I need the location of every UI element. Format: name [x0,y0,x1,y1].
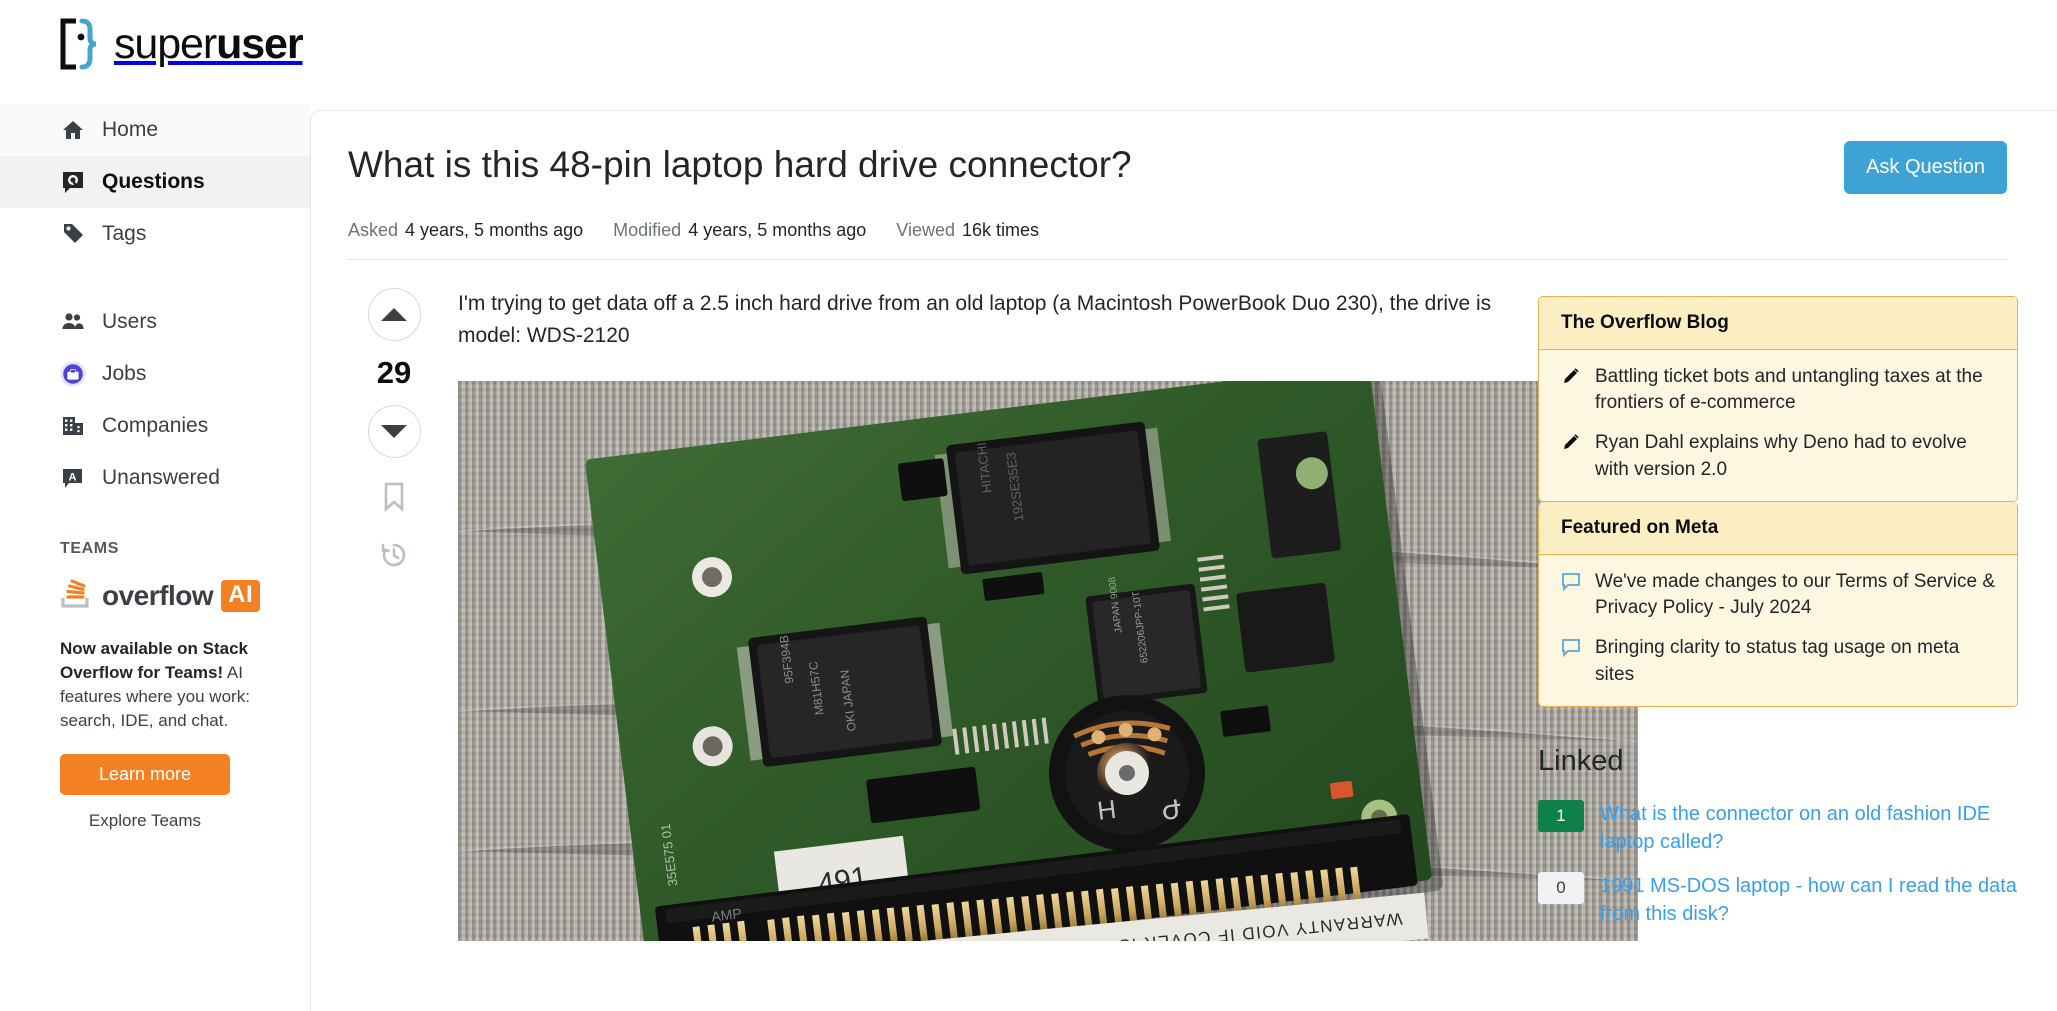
overflow-blog-card: The Overflow Blog Battling ticket bots a… [1538,296,2018,502]
svg-text:A: A [69,472,77,484]
bookmark-icon [384,482,404,512]
speech-bubble-icon [1561,572,1583,621]
stat-value: 4 years, 5 months ago [688,220,867,240]
featured-on-meta-heading: Featured on Meta [1539,501,2017,555]
right-sidebar: The Overflow Blog Battling ticket bots a… [1538,296,2018,944]
list-item-text: We've made changes to our Terms of Servi… [1595,570,1996,619]
featured-on-meta-list: We've made changes to our Terms of Servi… [1539,554,2017,706]
ai-badge: AI [221,579,261,612]
sidebar-item-unanswered[interactable]: A Unanswered [0,452,310,504]
status-badge: 0 [1538,871,1584,904]
stat-value: 16k times [962,220,1040,240]
site-header: superuser [0,0,2057,104]
stat-label: Modified [613,220,682,240]
history-clock-icon [381,543,406,567]
sidebar-item-companies[interactable]: Companies [0,400,310,452]
stat-label: Viewed [896,220,956,240]
list-item[interactable]: Battling ticket bots and untangling taxe… [1561,364,1995,416]
linked-heading: Linked [1538,744,1624,777]
question-stats: Asked 4 years, 5 months ago Modified 4 yea… [348,220,2007,260]
building-icon [60,413,86,439]
left-sidebar: Home Questions Tags Users Jobs Companies… [0,104,310,1011]
teams-promo-bold: Now available on Stack Overflow for Team… [60,639,249,683]
stat-value: 4 years, 5 months ago [405,220,584,240]
linked-question-link[interactable]: What is the connector on an old fashion … [1600,800,2018,856]
linked-question-link[interactable]: 1991 MS-DOS laptop - how can I read the … [1600,872,2018,928]
overflow-wordmark: overflow [102,579,214,611]
list-item[interactable]: 1 What is the connector on an old fashio… [1538,799,2018,856]
ask-question-button[interactable]: Ask Question [1844,141,2007,194]
list-item-text: Ryan Dahl explains why Deno had to evolv… [1595,432,1967,480]
overflow-blog-list: Battling ticket bots and untangling taxe… [1539,350,2017,501]
pencil-icon [1561,433,1583,482]
featured-on-meta-card: Featured on Meta We've made changes to o… [1538,501,2018,707]
sidebar-item-label: Tags [102,222,147,245]
site-logo-text: superuser [114,19,304,68]
sidebar-item-label: Unanswered [102,466,220,489]
teams-section-heading: TEAMS [60,540,119,557]
briefcase-badge-icon [60,361,86,387]
stat-label: Asked [348,220,399,240]
question-title-row: What is this 48-pin laptop hard drive co… [348,141,2007,194]
list-item[interactable]: Ryan Dahl explains why Deno had to evolv… [1561,430,1995,482]
unanswered-bubble-icon: A [60,465,86,491]
superuser-bracket-logo-icon [56,18,100,70]
sidebar-item-label: Questions [102,170,205,193]
sidebar-divider-gap [0,260,310,296]
edit-history-button[interactable] [380,541,408,574]
tag-icon [60,221,86,247]
upvote-button[interactable] [367,288,421,341]
home-icon [60,117,86,143]
list-item-text: Bringing clarity to status tag usage on … [1595,637,1960,685]
stat-viewed: Viewed 16k times [896,220,1039,241]
overflow-stack-icon [60,576,94,615]
site-logo[interactable]: superuser [56,18,304,70]
svg-text:H: H [1096,794,1118,826]
bookmark-button[interactable] [381,482,407,517]
users-icon [60,309,86,335]
overflow-blog-heading: The Overflow Blog [1539,297,2017,350]
question-text: I'm trying to get data off a 2.5 inch ha… [458,292,1492,347]
arrow-up-icon [381,308,407,321]
arrow-down-icon [381,425,407,438]
svg-text:Ժ: Ժ [1160,794,1183,826]
question-bubble-icon [60,169,86,195]
list-item[interactable]: Bringing clarity to status tag usage on … [1561,635,1995,687]
explore-teams-link[interactable]: Explore Teams [60,811,230,831]
sidebar-item-jobs[interactable]: Jobs [0,348,310,400]
status-badge: 1 [1538,799,1584,832]
downvote-button[interactable] [367,405,421,458]
superuser-question-page: superuser Home Questions Tags Users Jobs… [0,0,2057,1011]
sidebar-item-tags[interactable]: Tags [0,208,310,260]
teams-promo-card: overflow AI Now available on Stack Overf… [0,576,310,831]
sidebar-item-label: Jobs [102,362,147,385]
stat-modified: Modified 4 years, 5 months ago [613,220,866,241]
sidebar-item-users[interactable]: Users [0,296,310,348]
list-item[interactable]: We've made changes to our Terms of Servi… [1561,569,1995,621]
vote-column: 29 [348,288,440,941]
sidebar-item-label: Users [102,310,157,333]
page-title: What is this 48-pin laptop hard drive co… [348,144,1132,185]
question-header: What is this 48-pin laptop hard drive co… [311,111,2057,260]
question-image[interactable]: HITACHI 192SE35E3 95F394B M81H57C OKI JA… [458,381,1638,941]
sidebar-item-label: Home [102,118,159,141]
teams-promo-text: Now available on Stack Overflow for Team… [60,637,270,734]
sidebar-item-label: Companies [102,414,209,437]
sidebar-item-questions[interactable]: Questions [0,156,310,208]
pencil-icon [1561,367,1583,416]
learn-more-button[interactable]: Learn more [60,753,230,795]
hard-drive-photo: HITACHI 192SE35E3 95F394B M81H57C OKI JA… [458,381,1638,941]
vote-score: 29 [376,355,412,390]
sidebar-item-home[interactable]: Home [0,104,310,156]
list-item[interactable]: 0 1991 MS-DOS laptop - how can I read th… [1538,871,2018,928]
speech-bubble-icon [1561,638,1583,687]
overflow-ai-logo: overflow AI [60,576,270,615]
stat-asked: Asked 4 years, 5 months ago [348,220,583,241]
list-item-text: Battling ticket bots and untangling taxe… [1595,366,1983,414]
